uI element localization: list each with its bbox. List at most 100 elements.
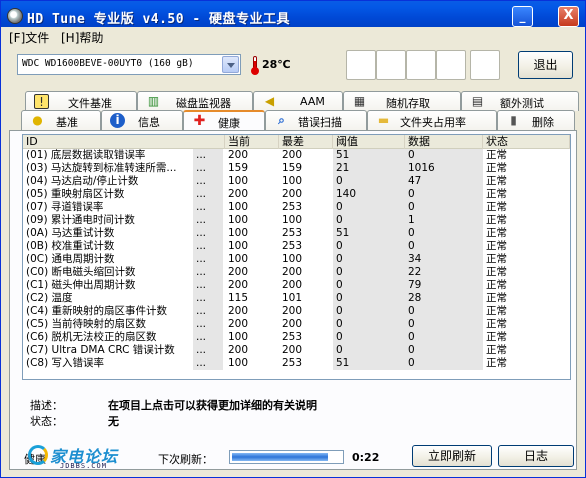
table-row[interactable]: (04) 马达启动/停止计数... 100 100 0 47 正常 (23, 175, 570, 188)
column-header-worst[interactable]: 最差 (279, 135, 333, 149)
magnifier-icon: ⌕ (278, 113, 285, 127)
extra-tests-icon: ▤ (471, 94, 484, 108)
cell-threshold: 140 (333, 188, 405, 201)
table-row[interactable]: (0B) 校准重试计数... 100 253 0 0 正常 (23, 240, 570, 253)
toolbar-button-2[interactable] (376, 50, 406, 80)
table-row[interactable]: (C8) 写入错误率... 100 253 51 0 正常 (23, 357, 570, 370)
cell-ellipsis: ... (193, 357, 223, 370)
toolbar-button-5[interactable] (470, 50, 500, 80)
table-row[interactable]: (C2) 温度... 115 101 0 28 正常 (23, 292, 570, 305)
toolbar-button-1[interactable] (346, 50, 376, 80)
column-header-data[interactable]: 数据 (405, 135, 483, 149)
tab-random-access[interactable]: ▦ 随机存取 (343, 91, 461, 111)
cell-worst: 253 (282, 227, 303, 239)
table-row[interactable]: (09) 累计通电时间计数... 100 100 0 1 正常 (23, 214, 570, 227)
cell-ellipsis: ... (193, 175, 223, 188)
cell-status: 正常 (486, 149, 507, 161)
cell-threshold: 0 (333, 266, 405, 279)
tab-health[interactable]: ✚ 健康 (183, 110, 265, 131)
table-row[interactable]: (C6) 脱机无法校正的扇区数... 100 253 0 0 正常 (23, 331, 570, 344)
menu-help[interactable]: [H]帮助 (61, 29, 103, 46)
table-row[interactable]: (05) 重映射扇区计数... 200 200 140 0 正常 (23, 188, 570, 201)
logo-swirl-icon (28, 445, 48, 465)
column-header-current[interactable]: 当前 (225, 135, 279, 149)
table-row[interactable]: (03) 马达旋转到标准转速所需...... 159 159 21 1016 正常 (23, 162, 570, 175)
cell-ellipsis: ... (193, 149, 223, 162)
cell-current: 100 (228, 201, 249, 213)
cell-id: (07) 寻道错误率 (26, 201, 104, 213)
cell-ellipsis: ... (193, 344, 223, 357)
close-button[interactable]: X (558, 6, 579, 27)
table-row[interactable]: (C1) 磁头伸出周期计数... 200 200 0 79 正常 (23, 279, 570, 292)
table-row[interactable]: (07) 寻道错误率... 100 253 0 0 正常 (23, 201, 570, 214)
footer: 健康 家电论坛 JDBBS.COM 下次刷新： 0:22 立即刷新 日志 (24, 443, 574, 470)
table-row[interactable]: (01) 底层数据读取错误率... 200 200 51 0 正常 (23, 149, 570, 162)
status-label: 状态： (30, 415, 63, 428)
menu-bar: [F]文件 [H]帮助 (1, 27, 585, 45)
column-header-id[interactable]: ID (23, 135, 225, 149)
refresh-now-button[interactable]: 立即刷新 (412, 445, 492, 467)
cell-current: 200 (228, 305, 249, 317)
tab-folder-usage[interactable]: ▬ 文件夹占用率 (367, 110, 497, 130)
tab-info[interactable]: i 信息 (101, 110, 183, 130)
tab-aam[interactable]: ◀ AAM (253, 91, 343, 111)
toolbar-button-3[interactable] (406, 50, 436, 80)
cell-current: 100 (228, 227, 249, 239)
cell-threshold: 51 (333, 227, 405, 240)
tab-disk-monitor[interactable]: ▥ 磁盘监视器 (137, 91, 253, 111)
cell-ellipsis: ... (193, 188, 223, 201)
cell-id: (C8) 写入错误率 (26, 357, 105, 369)
tab-benchmark[interactable]: ● 基准 (21, 110, 101, 130)
smart-attributes-table[interactable]: ID 当前 最差 阈值 数据 状态 (01) 底层数据读取错误率... 200 20… (22, 134, 571, 380)
tab-erase[interactable]: ▮ 删除 (497, 110, 575, 130)
toolbar-button-4[interactable] (436, 50, 466, 80)
drive-select[interactable]: WDC WD1600BEVE-00UYT0 (160 gB) (17, 54, 241, 75)
cell-worst: 100 (282, 175, 303, 187)
cell-status: 正常 (486, 175, 507, 187)
cell-worst: 253 (282, 240, 303, 252)
cell-threshold: 0 (333, 240, 405, 253)
cell-data: 0 (405, 188, 483, 201)
log-button[interactable]: 日志 (498, 445, 574, 467)
tab-error-scan[interactable]: ⌕ 错误扫描 (265, 110, 367, 130)
tab-label: 随机存取 (386, 97, 430, 110)
cell-worst: 253 (282, 201, 303, 213)
tab-label: 基准 (56, 116, 78, 129)
cell-status: 正常 (486, 240, 507, 252)
table-row[interactable]: (C0) 断电磁头缩回计数... 200 200 0 22 正常 (23, 266, 570, 279)
toolbar: WDC WD1600BEVE-00UYT0 (160 gB) 28℃ 退出 (5, 47, 581, 83)
speaker-icon: ◀ (264, 94, 275, 108)
cell-ellipsis: ... (193, 253, 223, 266)
tab-extra-tests[interactable]: ▤ 额外测试 (461, 91, 579, 111)
column-header-status[interactable]: 状态 (483, 135, 570, 149)
cell-id: (C6) 脱机无法校正的扇区数 (26, 331, 157, 343)
cell-status: 正常 (486, 292, 507, 304)
cell-data: 0 (405, 318, 483, 331)
table-body: (01) 底层数据读取错误率... 200 200 51 0 正常 (03) 马达旋转到标准… (23, 149, 570, 370)
cell-id: (C5) 当前待映射的扇区数 (26, 318, 147, 330)
table-row[interactable]: (C7) Ultra DMA CRC 错误计数... 200 200 0 0 正常 (23, 344, 570, 357)
chevron-down-icon[interactable] (222, 56, 239, 73)
column-header-threshold[interactable]: 阈值 (333, 135, 405, 149)
table-row[interactable]: (0C) 通电周期计数... 100 100 0 34 正常 (23, 253, 570, 266)
next-refresh-label: 下次刷新： (158, 453, 213, 466)
cell-ellipsis: ... (193, 266, 223, 279)
cell-threshold: 0 (333, 279, 405, 292)
cell-status: 正常 (486, 266, 507, 278)
cell-data: 28 (405, 292, 483, 305)
table-row[interactable]: (0A) 马达重试计数... 100 253 51 0 正常 (23, 227, 570, 240)
cell-threshold: 51 (333, 149, 405, 162)
minimize-button[interactable]: _ (512, 6, 533, 27)
cell-current: 200 (228, 149, 249, 161)
table-row[interactable]: (C5) 当前待映射的扇区数... 200 200 0 0 正常 (23, 318, 570, 331)
tab-file-benchmark[interactable]: ! 文件基准 (25, 91, 137, 111)
cell-current: 200 (228, 266, 249, 278)
cell-ellipsis: ... (193, 201, 223, 214)
tab-row-back: ! 文件基准 ▥ 磁盘监视器 ◀ AAM ▦ 随机存取 ▤ 额外测试 (7, 91, 579, 111)
health-cross-icon: ✚ (193, 113, 206, 129)
exit-button[interactable]: 退出 (518, 51, 573, 79)
menu-file[interactable]: [F]文件 (9, 29, 49, 46)
cell-threshold: 0 (333, 253, 405, 266)
table-row[interactable]: (C4) 重新映射的扇区事件计数... 200 200 0 0 正常 (23, 305, 570, 318)
tab-label: 删除 (532, 116, 554, 129)
